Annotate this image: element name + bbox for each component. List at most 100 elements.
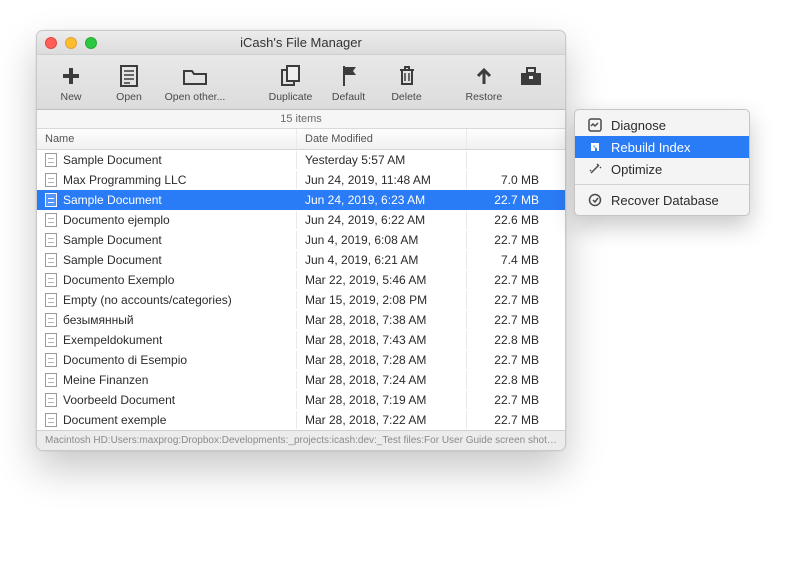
document-icon — [114, 63, 144, 89]
restore-label: Restore — [465, 91, 502, 103]
file-date: Jun 24, 2019, 11:48 AM — [297, 171, 467, 189]
file-name: Voorbeeld Document — [63, 393, 175, 407]
table-row[interactable]: Empty (no accounts/categories)Mar 15, 20… — [37, 290, 565, 310]
document-icon — [45, 353, 57, 367]
document-icon — [45, 293, 57, 307]
file-size: 22.7 MB — [467, 391, 547, 409]
open-button[interactable]: Open — [105, 61, 153, 105]
tools-menu-button[interactable] — [508, 61, 555, 105]
document-icon — [45, 373, 57, 387]
file-name: Document exemple — [63, 413, 166, 427]
menu-diagnose-label: Diagnose — [611, 118, 666, 133]
document-icon — [45, 153, 57, 167]
file-size — [467, 158, 547, 162]
menu-rebuild-label: Rebuild Index — [611, 140, 691, 155]
window-title: iCash's File Manager — [37, 35, 565, 50]
file-size: 22.7 MB — [467, 311, 547, 329]
recover-icon — [587, 192, 603, 208]
file-size: 22.6 MB — [467, 211, 547, 229]
upload-icon — [469, 63, 499, 89]
column-size[interactable] — [467, 129, 547, 149]
new-button[interactable]: New — [47, 61, 95, 105]
table-row[interactable]: Document exemple Mar 28, 2018, 7:22 AM22.… — [37, 410, 565, 430]
tools-dropdown-menu: Diagnose Rebuild Index Optimize Recover … — [574, 109, 750, 216]
default-label: Default — [332, 91, 365, 103]
default-button[interactable]: Default — [325, 61, 373, 105]
file-name: Documento Exemplo — [63, 273, 174, 287]
file-name: Documento ejemplo — [63, 213, 170, 227]
folder-icon — [180, 63, 210, 89]
menu-rebuild-index[interactable]: Rebuild Index — [575, 136, 749, 158]
toolbar: New Open Open other... Duplica — [37, 55, 565, 110]
close-window-button[interactable] — [45, 37, 57, 49]
table-row[interactable]: Sample Document Jun 24, 2019, 6:23 AM22.7… — [37, 190, 565, 210]
wand-icon — [587, 161, 603, 177]
table-row[interactable]: Documento di EsempioMar 28, 2018, 7:28 A… — [37, 350, 565, 370]
document-icon — [45, 253, 57, 267]
titlebar: iCash's File Manager — [37, 31, 565, 55]
table-row[interactable]: безымянный Mar 28, 2018, 7:38 AM22.7 MB — [37, 310, 565, 330]
table-row[interactable]: Sample DocumentJun 4, 2019, 6:08 AM22.7 … — [37, 230, 565, 250]
minimize-window-button[interactable] — [65, 37, 77, 49]
items-count: 15 items — [37, 110, 565, 129]
menu-recover-database[interactable]: Recover Database — [575, 189, 749, 211]
document-icon — [45, 413, 57, 427]
table-row[interactable]: Meine FinanzenMar 28, 2018, 7:24 AM22.8 … — [37, 370, 565, 390]
menu-recover-label: Recover Database — [611, 193, 719, 208]
file-name: Sample Document — [63, 253, 162, 267]
document-icon — [45, 273, 57, 287]
duplicate-icon — [276, 63, 306, 89]
file-name: Exempeldokument — [63, 333, 162, 347]
menu-separator — [575, 184, 749, 185]
file-date: Mar 28, 2018, 7:43 AM — [297, 331, 467, 349]
column-date[interactable]: Date Modified — [297, 129, 467, 149]
file-size: 22.7 MB — [467, 191, 547, 209]
file-date: Jun 4, 2019, 6:08 AM — [297, 231, 467, 249]
menu-optimize[interactable]: Optimize — [575, 158, 749, 180]
puzzle-icon — [587, 139, 603, 155]
open-other-button[interactable]: Open other... — [163, 61, 227, 105]
document-icon — [45, 313, 57, 327]
open-label: Open — [116, 91, 142, 103]
file-date: Mar 28, 2018, 7:38 AM — [297, 311, 467, 329]
file-date: Mar 28, 2018, 7:22 AM — [297, 411, 467, 429]
file-name: Sample Document — [63, 193, 162, 207]
file-name: Empty (no accounts/categories) — [63, 293, 232, 307]
delete-button[interactable]: Delete — [383, 61, 431, 105]
file-date: Yesterday 5:57 AM — [297, 151, 467, 169]
document-icon — [45, 213, 57, 227]
diagnose-icon — [587, 117, 603, 133]
restore-button[interactable]: Restore — [460, 61, 507, 105]
table-row[interactable]: Documento ExemploMar 22, 2019, 5:46 AM22… — [37, 270, 565, 290]
table-row[interactable]: Exempeldokument Mar 28, 2018, 7:43 AM22.8… — [37, 330, 565, 350]
table-body: Sample DocumentYesterday 5:57 AMMax Prog… — [37, 150, 565, 430]
file-name: Max Programming LLC — [63, 173, 186, 187]
file-size: 22.7 MB — [467, 291, 547, 309]
column-name[interactable]: Name — [37, 129, 297, 149]
table-row[interactable]: Voorbeeld Document Mar 28, 2018, 7:19 AM2… — [37, 390, 565, 410]
zoom-window-button[interactable] — [85, 37, 97, 49]
file-size: 22.7 MB — [467, 411, 547, 429]
menu-diagnose[interactable]: Diagnose — [575, 114, 749, 136]
table-row[interactable]: Sample Document Yesterday 5:57 AM — [37, 150, 565, 170]
table-row[interactable]: Documento ejemploJun 24, 2019, 6:22 AM22… — [37, 210, 565, 230]
document-icon — [45, 193, 57, 207]
file-size: 22.8 MB — [467, 371, 547, 389]
file-date: Jun 24, 2019, 6:23 AM — [297, 191, 467, 209]
file-size: 22.8 MB — [467, 331, 547, 349]
file-name: Documento di Esempio — [63, 353, 187, 367]
file-manager-window: iCash's File Manager New Open Open other… — [36, 30, 566, 451]
document-icon — [45, 233, 57, 247]
duplicate-button[interactable]: Duplicate — [267, 61, 315, 105]
file-name: Sample Document — [63, 153, 162, 167]
table-row[interactable]: Max Programming LLC Jun 24, 2019, 11:48 A… — [37, 170, 565, 190]
menu-optimize-label: Optimize — [611, 162, 662, 177]
new-label: New — [60, 91, 81, 103]
table-row[interactable]: Sample DocumentJun 4, 2019, 6:21 AM7.4 M… — [37, 250, 565, 270]
file-name: безымянный — [63, 313, 134, 327]
file-date: Mar 28, 2018, 7:19 AM — [297, 391, 467, 409]
file-size: 7.0 MB — [467, 171, 547, 189]
document-icon — [45, 333, 57, 347]
document-icon — [45, 173, 57, 187]
file-size: 22.7 MB — [467, 351, 547, 369]
